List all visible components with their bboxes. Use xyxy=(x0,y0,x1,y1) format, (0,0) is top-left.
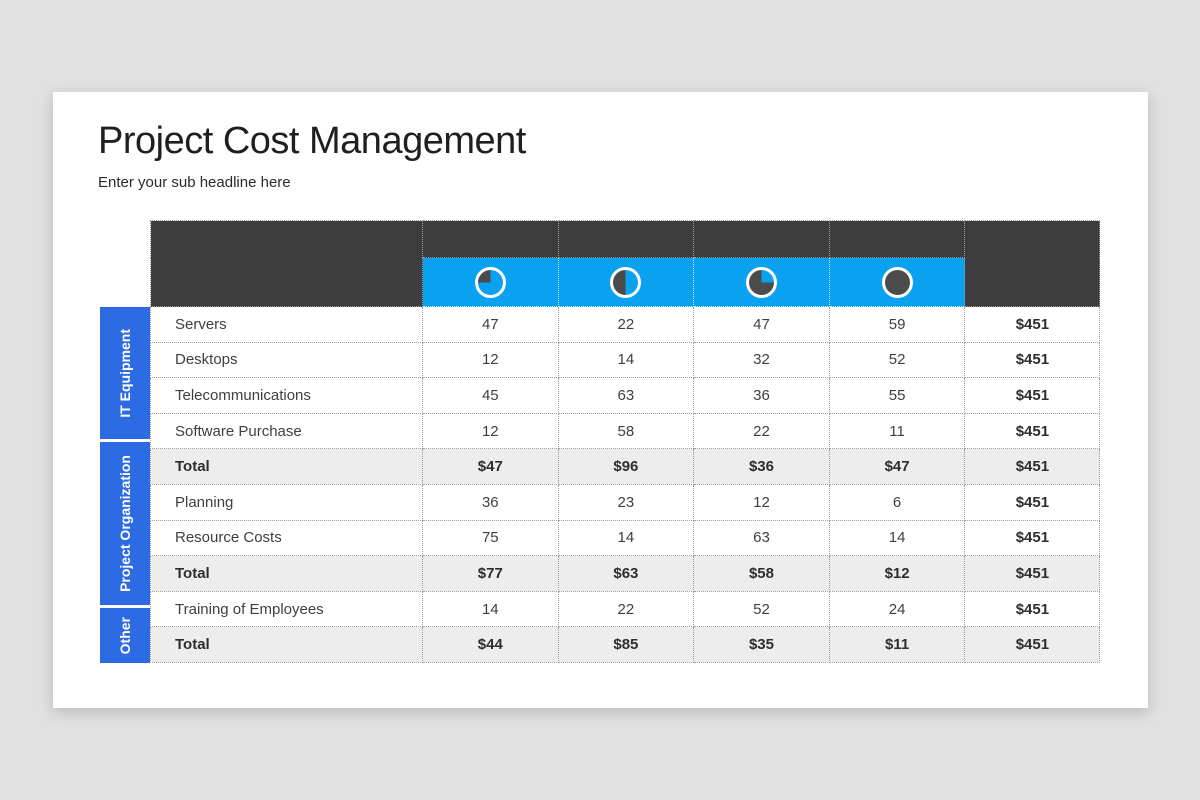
phase-3-value: 22 xyxy=(693,412,830,450)
table-row: Telecommunications 45 63 36 55 $451 xyxy=(150,377,1101,414)
row-label: Resource Costs xyxy=(150,519,423,557)
phase-3-value: $35 xyxy=(693,626,830,663)
row-label: Total xyxy=(150,626,423,663)
phase-3-pie-cell xyxy=(693,257,830,307)
cost-table: Quantitative Costs Phase 1 Phase 2 Phase 3P… xyxy=(150,220,1101,663)
row-total-value: $451 xyxy=(964,483,1101,521)
row-total-value: $451 xyxy=(964,341,1101,379)
cost-table-head: Quantitative Costs Phase 1 Phase 2 Phase 3P… xyxy=(150,220,1101,307)
phase-3-value: 47 xyxy=(693,306,830,343)
phase-2-value: $85 xyxy=(557,626,695,663)
phase-3-value: 63 xyxy=(693,519,830,557)
table-row: Resource Costs 75 14 63 14 $451 xyxy=(150,519,1101,557)
phase-1-value: 36 xyxy=(422,483,559,521)
phase-3-value: 12 xyxy=(693,483,830,521)
phase-2-value: $96 xyxy=(557,448,695,485)
phase-2-value: 14 xyxy=(557,519,695,557)
phase-3-value: $58 xyxy=(693,555,830,592)
phase-4-value: 11 xyxy=(828,412,966,450)
group-bars: IT Equipment Project Organization Other xyxy=(100,307,150,663)
page-subtitle: Enter your sub headline here xyxy=(98,174,291,191)
table-row: Software Purchase 12 58 22 11 $451 xyxy=(150,412,1101,450)
row-label: Training of Employees xyxy=(150,590,423,628)
phase-4-value: $47 xyxy=(828,448,966,485)
group-bar-other: Other xyxy=(100,608,150,663)
phase-1-pie-cell xyxy=(422,257,559,307)
phase-1-value: 75 xyxy=(422,519,559,557)
cost-table-body: Servers 47 22 47 59 $451 Desktops 12 14 32 52 $451 T… xyxy=(150,306,1101,663)
group-total-row: Total $44 $85 $35 $11 $451 xyxy=(150,626,1101,663)
row-total-value: $451 xyxy=(964,412,1101,450)
group-bar-project-organization: Project Organization xyxy=(100,442,150,606)
row-total-value: $451 xyxy=(964,555,1101,592)
phase-4-value: $11 xyxy=(828,626,966,663)
pie-75-icon xyxy=(745,266,777,298)
pie-25-icon xyxy=(474,266,506,298)
phase-1-value: 45 xyxy=(422,377,559,414)
phase-header-row: Quantitative Costs Phase 1 Phase 2 Phase 3P… xyxy=(150,220,1101,307)
phase-1-value: $77 xyxy=(422,555,559,592)
row-label: Total xyxy=(150,555,423,592)
phase-1-value: $47 xyxy=(422,448,559,485)
phase-1-value: $44 xyxy=(422,626,559,663)
phase-2-value: 14 xyxy=(557,341,695,379)
pie-50-icon xyxy=(610,266,642,298)
phase-4-value: $12 xyxy=(828,555,966,592)
phase-1-value: 47 xyxy=(422,306,559,343)
cost-table-zone: IT Equipment Project Organization Other Qu… xyxy=(100,220,1101,663)
phase-2-value: 22 xyxy=(557,590,695,628)
phase-2-value: 23 xyxy=(557,483,695,521)
phase-2-value: 58 xyxy=(557,412,695,450)
row-total-value: $451 xyxy=(964,626,1101,663)
group-bar-it-equipment: IT Equipment xyxy=(100,307,150,440)
phase-3-value: 32 xyxy=(693,341,830,379)
pie-100-icon xyxy=(881,266,913,298)
row-total-value: $451 xyxy=(964,377,1101,414)
phase-1-value: 14 xyxy=(422,590,559,628)
corner-header: Quantitative Costs xyxy=(150,220,423,307)
phase-1-header: Phase 1 xyxy=(422,220,559,258)
phase-4-value: 52 xyxy=(828,341,966,379)
phase-3-value: $36 xyxy=(693,448,830,485)
row-total-value: $451 xyxy=(964,590,1101,628)
phase-3-value: 52 xyxy=(693,590,830,628)
table-row: Planning 36 23 12 6 $451 xyxy=(150,483,1101,521)
row-label: Telecommunications xyxy=(150,377,423,414)
row-label: Planning xyxy=(150,483,423,521)
phase-4-header: Phase 4 xyxy=(828,220,966,258)
phase-2-header: Phase 2 xyxy=(557,220,695,258)
row-total-value: $451 xyxy=(964,448,1101,485)
row-total-value: $451 xyxy=(964,306,1101,343)
group-bar-label: IT Equipment xyxy=(116,328,133,418)
phase-1-value: 12 xyxy=(422,341,559,379)
phase-4-value: 14 xyxy=(828,519,966,557)
row-label: Servers xyxy=(150,306,423,343)
total-column-header: Total xyxy=(964,220,1101,307)
row-label: Software Purchase xyxy=(150,412,423,450)
phase-2-pie-cell xyxy=(557,257,695,307)
page-title: Project Cost Management xyxy=(98,120,526,162)
phase-1-value: 12 xyxy=(422,412,559,450)
row-label: Total xyxy=(150,448,423,485)
phase-3-header: Phase 3 xyxy=(693,220,830,258)
group-bar-label: Project Organization xyxy=(116,455,133,593)
phase-4-value: 59 xyxy=(828,306,966,343)
table-row: Servers 47 22 47 59 $451 xyxy=(150,306,1101,343)
group-bar-label: Other xyxy=(116,616,133,655)
phase-3-value: 36 xyxy=(693,377,830,414)
phase-4-pie-cell xyxy=(828,257,966,307)
phase-2-value: $63 xyxy=(557,555,695,592)
row-total-value: $451 xyxy=(964,519,1101,557)
phase-4-value: 24 xyxy=(828,590,966,628)
phase-2-value: 22 xyxy=(557,306,695,343)
row-label: Desktops xyxy=(150,341,423,379)
table-row: Training of Employees 14 22 52 24 $451 xyxy=(150,590,1101,628)
phase-2-value: 63 xyxy=(557,377,695,414)
group-total-row: Total $77 $63 $58 $12 $451 xyxy=(150,555,1101,592)
table-row: Desktops 12 14 32 52 $451 xyxy=(150,341,1101,379)
slide-card: Project Cost Management Enter your sub h… xyxy=(53,92,1148,708)
phase-4-value: 55 xyxy=(828,377,966,414)
phase-4-value: 6 xyxy=(828,483,966,521)
group-total-row: Total $47 $96 $36 $47 $451 xyxy=(150,448,1101,485)
